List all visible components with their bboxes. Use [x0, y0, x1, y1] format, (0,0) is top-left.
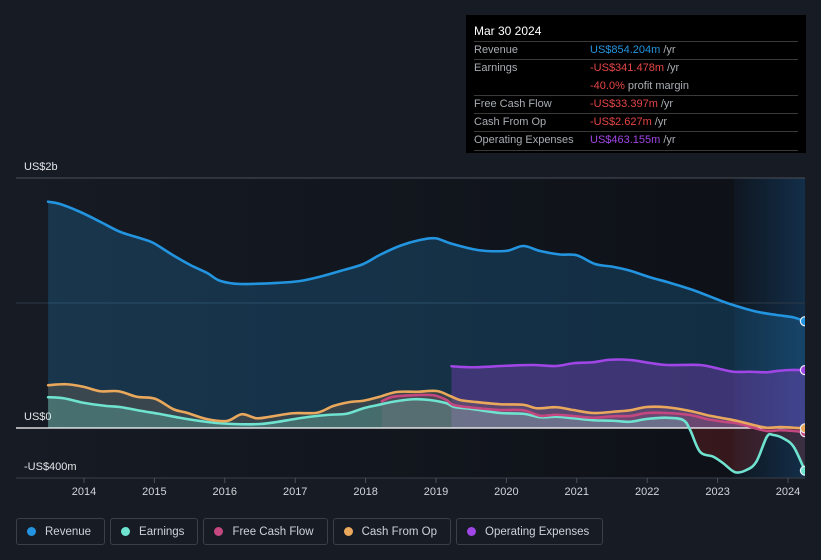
- tooltip-row-free-cash-flow: Free Cash Flow -US$33.397m/yr: [474, 96, 798, 115]
- legend-item-operating-expenses[interactable]: Operating Expenses: [456, 518, 604, 545]
- tooltip-label: Free Cash Flow: [474, 97, 552, 110]
- tooltip-row-cash-from-op: Cash From Op -US$2.627m/yr: [474, 114, 798, 133]
- tooltip-value: US$854.204m: [590, 44, 661, 56]
- x-tick-label: 2018: [353, 486, 377, 498]
- earnings-dot-icon: [121, 527, 131, 536]
- revenue-dot-icon: [27, 527, 36, 536]
- tooltip-suffix: /yr: [660, 97, 674, 110]
- tooltip-value: -US$33.397m: [590, 97, 658, 110]
- operating-expenses-end-marker: [799, 365, 805, 376]
- legend-item-free-cash-flow[interactable]: Free Cash Flow: [203, 518, 328, 545]
- tooltip-suffix: /yr: [663, 134, 676, 147]
- y-tick-label: US$0: [24, 411, 52, 423]
- x-tick-label: 2017: [283, 486, 307, 498]
- x-tick-label: 2023: [705, 486, 729, 498]
- x-tick-label: 2015: [142, 486, 166, 498]
- y-tick-label: US$2b: [24, 161, 58, 173]
- hover-tooltip: Mar 30 2024 Revenue US$854.204m/yr Earni…: [466, 15, 806, 153]
- legend-label: Cash From Op: [361, 525, 438, 538]
- x-tick-label: 2016: [213, 486, 237, 498]
- tooltip-value: -US$2.627m: [590, 116, 652, 129]
- tooltip-suffix: /yr: [654, 116, 667, 129]
- legend-label: Free Cash Flow: [232, 525, 314, 538]
- tooltip-value: US$463.155m: [590, 134, 661, 147]
- legend-label: Revenue: [45, 525, 92, 538]
- revenue-end-marker: [799, 316, 805, 327]
- x-tick-label: 2019: [424, 486, 448, 498]
- tooltip-row-operating-expenses: Operating Expenses US$463.155m/yr: [474, 132, 798, 151]
- legend-label: Operating Expenses: [485, 525, 590, 538]
- tooltip-suffix: /yr: [663, 44, 676, 56]
- tooltip-value: -US$341.478m: [590, 62, 664, 75]
- x-tick-label: 2021: [565, 486, 589, 498]
- legend-item-cash-from-op[interactable]: Cash From Op: [332, 518, 452, 545]
- free-cash-flow-dot-icon: [214, 527, 224, 536]
- legend-label: Earnings: [139, 525, 185, 538]
- x-tick-label: 2014: [72, 486, 96, 498]
- x-tick-label: 2020: [494, 486, 518, 498]
- tooltip-suffix: /yr: [667, 62, 680, 75]
- tooltip-date: Mar 30 2024: [474, 15, 798, 42]
- cash-from-op-dot-icon: [343, 527, 353, 536]
- chart-legend: Revenue Earnings Free Cash Flow Cash Fro…: [16, 518, 604, 545]
- tooltip-label: Revenue: [474, 44, 519, 56]
- legend-item-revenue[interactable]: Revenue: [16, 518, 106, 545]
- tooltip-row-earnings: Earnings -US$341.478m/yr -40.0% profit ma…: [474, 60, 798, 96]
- cash-from-op-end-marker: [799, 423, 805, 434]
- profit-margin-label: profit margin: [627, 79, 689, 92]
- tooltip-row-revenue: Revenue US$854.204m/yr: [474, 42, 798, 61]
- operating-expenses-dot-icon: [467, 527, 477, 536]
- y-tick-label: -US$400m: [24, 461, 77, 473]
- profit-margin-value: -40.0%: [590, 79, 625, 92]
- tooltip-label: Cash From Op: [474, 116, 547, 129]
- x-axis: 2014 2015 2016 2017 2018 2019 2020 2021 2022 2023…: [72, 478, 800, 498]
- tooltip-label: Earnings: [474, 62, 518, 75]
- legend-item-earnings[interactable]: Earnings: [110, 518, 199, 545]
- tooltip-label: Operating Expenses: [474, 134, 574, 147]
- x-tick-label: 2024: [776, 486, 800, 498]
- x-tick-label: 2022: [635, 486, 659, 498]
- earnings-end-marker: [799, 465, 805, 476]
